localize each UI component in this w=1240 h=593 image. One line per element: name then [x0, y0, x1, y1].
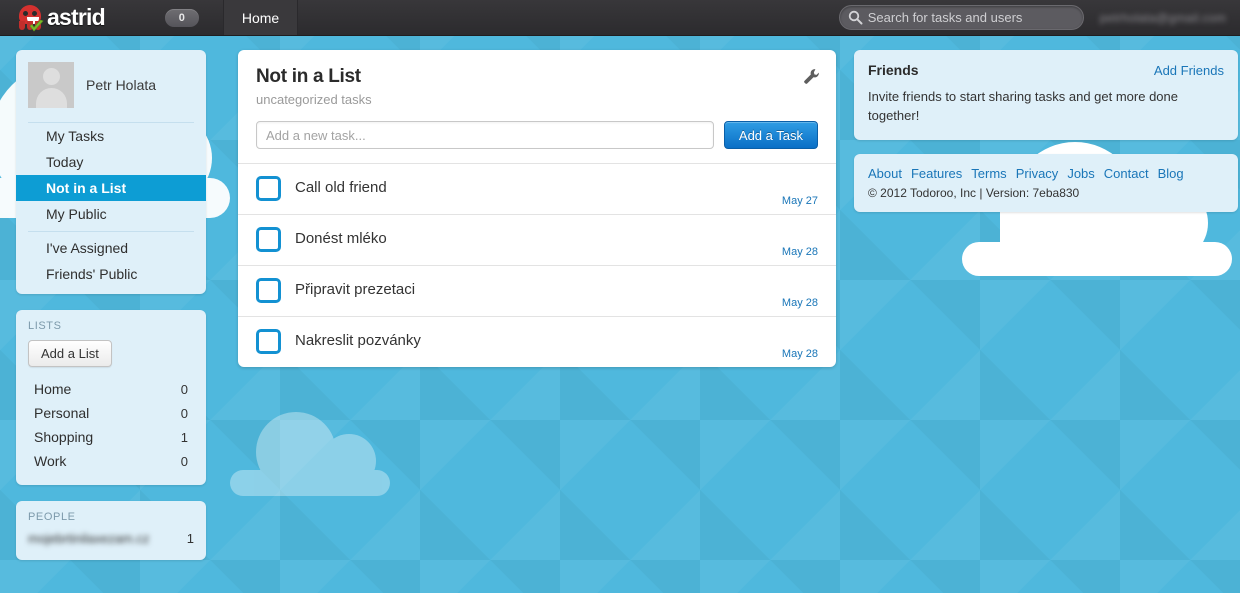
- sidebar-item-my-public[interactable]: My Public: [28, 201, 194, 227]
- footer-link-terms[interactable]: Terms: [971, 166, 1006, 181]
- task-panel: Not in a List uncategorized tasks Add a …: [238, 50, 836, 367]
- wrench-icon[interactable]: [803, 68, 820, 90]
- task-due-date[interactable]: May 28: [782, 348, 818, 360]
- task-row-main: Nakreslit pozvánky: [256, 329, 818, 354]
- list-item-label: Work: [34, 453, 67, 469]
- sidebar-item-my-tasks[interactable]: My Tasks: [28, 123, 194, 149]
- page-title: Not in a List: [256, 66, 361, 87]
- list-item-home[interactable]: Home 0: [28, 377, 194, 401]
- sidebar-item-friends-public[interactable]: Friends' Public: [28, 261, 194, 294]
- top-navigation-bar: astrid 0 Home petrholata@gmail.com: [0, 0, 1240, 36]
- tab-home[interactable]: Home: [222, 0, 299, 35]
- task-checkbox[interactable]: [256, 278, 281, 303]
- task-due-date[interactable]: May 28: [782, 246, 818, 258]
- top-nav-right: petrholata@gmail.com: [838, 0, 1240, 35]
- octopus-logo-icon: [16, 4, 46, 32]
- task-row[interactable]: Připravit prezetaci May 28: [238, 265, 836, 316]
- task-title[interactable]: Donést mléko: [295, 227, 387, 247]
- footer-link-about[interactable]: About: [868, 166, 902, 181]
- people-panel: PEOPLE mojebrtinilaxezam.cz 1: [16, 501, 206, 560]
- user-name-label: Petr Holata: [86, 77, 157, 93]
- copyright-label: © 2012 Todoroo, Inc | Version: 7eba830: [868, 185, 1080, 200]
- friends-title: Friends: [868, 62, 919, 78]
- people-container: mojebrtinilaxezam.cz 1: [28, 531, 194, 546]
- people-item[interactable]: mojebrtinilaxezam.cz 1: [28, 531, 194, 546]
- list-item-count: 0: [180, 453, 188, 469]
- brand-name: astrid: [47, 4, 106, 30]
- sidebar-column: Petr Holata My Tasks Today Not in a List My…: [16, 50, 206, 560]
- sidebar-nav-list: My Tasks Today Not in a List My Public I've …: [16, 122, 206, 294]
- user-email-label[interactable]: petrholata@gmail.com: [1100, 11, 1226, 25]
- task-due-date[interactable]: May 27: [782, 195, 818, 207]
- page-body: Petr Holata My Tasks Today Not in a List My…: [0, 36, 1240, 560]
- friends-header: Friends Add Friends: [868, 62, 1224, 78]
- people-item-label: mojebrtinilaxezam.cz: [28, 531, 150, 546]
- main-column: Not in a List uncategorized tasks Add a …: [238, 50, 836, 560]
- task-title[interactable]: Call old friend: [295, 176, 387, 196]
- green-check-icon: [29, 19, 44, 31]
- notification-badge[interactable]: 0: [164, 8, 199, 27]
- search-icon: [848, 10, 863, 25]
- lists-section-label: LISTS: [28, 320, 62, 332]
- task-panel-header: Not in a List uncategorized tasks Add a …: [238, 50, 836, 163]
- add-friends-link[interactable]: Add Friends: [1154, 63, 1224, 78]
- footer-link-features[interactable]: Features: [911, 166, 962, 181]
- list-item-count: 0: [180, 405, 188, 421]
- lists-container: Home 0 Personal 0 Shopping 1 Work 0: [28, 377, 194, 473]
- footer-panel: About Features Terms Privacy Jobs Contact Blog…: [854, 153, 1238, 212]
- task-title[interactable]: Nakreslit pozvánky: [295, 329, 421, 349]
- people-section-label: PEOPLE: [28, 511, 76, 523]
- add-task-row: Add a Task: [256, 121, 818, 149]
- footer-link-privacy[interactable]: Privacy: [1016, 166, 1059, 181]
- task-row[interactable]: Call old friend May 27: [238, 163, 836, 214]
- task-row[interactable]: Donést mléko May 28: [238, 214, 836, 265]
- list-item-work[interactable]: Work 0: [28, 449, 194, 473]
- add-task-button[interactable]: Add a Task: [723, 121, 818, 149]
- lists-panel: LISTS Add a List Home 0 Personal 0 Shopping 1…: [16, 310, 206, 485]
- task-row-main: Donést mléko: [256, 227, 818, 252]
- task-checkbox[interactable]: [256, 329, 281, 354]
- list-item-count: 0: [180, 381, 188, 397]
- avatar[interactable]: [28, 62, 74, 108]
- list-item-label: Shopping: [34, 429, 94, 445]
- footer-link-contact[interactable]: Contact: [1104, 166, 1149, 181]
- friends-description: Invite friends to start sharing tasks an…: [868, 89, 1179, 123]
- new-task-input[interactable]: [256, 121, 714, 149]
- brand-logo[interactable]: astrid: [0, 0, 119, 35]
- user-panel: Petr Holata My Tasks Today Not in a List My…: [16, 50, 206, 294]
- add-list-button[interactable]: Add a List: [28, 340, 112, 367]
- user-row[interactable]: Petr Holata: [28, 62, 194, 122]
- footer-link-blog[interactable]: Blog: [1158, 166, 1184, 181]
- task-checkbox[interactable]: [256, 176, 281, 201]
- footer-links: About Features Terms Privacy Jobs Contact Blog: [868, 166, 1224, 181]
- task-due-date[interactable]: May 28: [782, 297, 818, 309]
- sidebar-item-today[interactable]: Today: [28, 149, 194, 175]
- task-row[interactable]: Nakreslit pozvánky May 28: [238, 316, 836, 367]
- search-box[interactable]: [838, 5, 1084, 30]
- list-item-label: Personal: [34, 405, 90, 421]
- sidebar-item-not-in-a-list[interactable]: Not in a List: [16, 175, 206, 201]
- list-item-label: Home: [34, 381, 72, 397]
- list-item-personal[interactable]: Personal 0: [28, 401, 194, 425]
- page-subtitle: uncategorized tasks: [256, 92, 372, 107]
- list-item-count: 1: [180, 429, 188, 445]
- task-row-main: Call old friend: [256, 176, 818, 201]
- right-column: Friends Add Friends Invite friends to st…: [854, 50, 1238, 560]
- list-item-shopping[interactable]: Shopping 1: [28, 425, 194, 449]
- task-title[interactable]: Připravit prezetaci: [295, 278, 415, 298]
- sidebar-item-i-ve-assigned[interactable]: I've Assigned: [28, 231, 194, 261]
- task-list: Call old friend May 27 Donést mléko May 28 P…: [238, 163, 836, 367]
- task-checkbox[interactable]: [256, 227, 281, 252]
- search-input[interactable]: [867, 10, 1073, 25]
- people-item-count: 1: [186, 531, 194, 546]
- friends-panel: Friends Add Friends Invite friends to st…: [854, 50, 1238, 140]
- task-row-main: Připravit prezetaci: [256, 278, 818, 303]
- footer-link-jobs[interactable]: Jobs: [1067, 166, 1094, 181]
